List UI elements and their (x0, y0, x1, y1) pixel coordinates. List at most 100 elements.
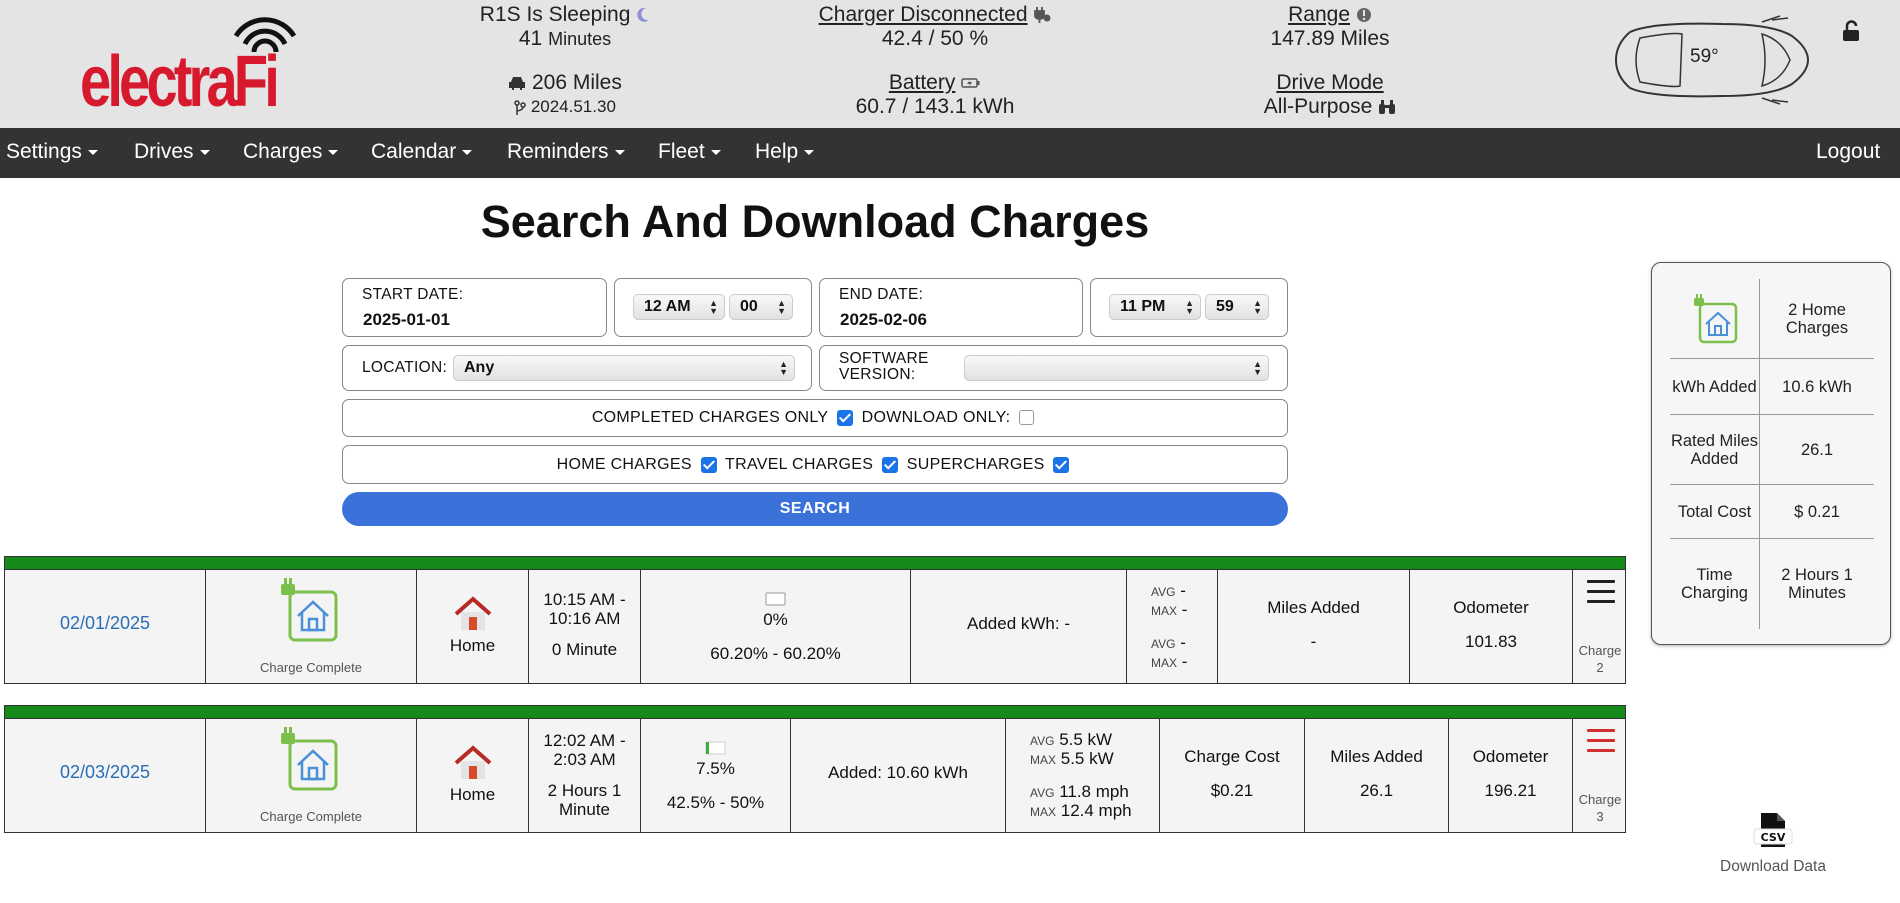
end-hour-select[interactable]: 11 PM ▲ ▼ (1109, 294, 1201, 320)
app-header: electraFi R1S Is Sleeping 41 Minutes 206… (0, 0, 1900, 128)
nav-reminders[interactable]: Reminders (507, 128, 625, 178)
avg-power: 5.5 kW (1059, 730, 1113, 749)
avg-speed: - (1180, 633, 1186, 652)
max-power: - (1181, 600, 1188, 619)
charge-date-link[interactable]: 02/03/2025 (60, 762, 150, 782)
charge-power-stats: AVG - MAX - AVG - MAX - (1151, 582, 1187, 672)
end-date-field[interactable]: END DATE: 2025-02-06 (819, 278, 1083, 337)
logout-link[interactable]: Logout (1816, 128, 1880, 178)
range-value: 147.89 Miles (1270, 27, 1390, 50)
charge-record: 02/03/2025 Charge Complete Home 12:02 AM… (4, 705, 1626, 833)
filter-type-content: HOME CHARGES TRAVEL CHARGES SUPERCHARGES (343, 456, 1287, 474)
charge-location-cell: Home (417, 719, 529, 832)
nav-charges[interactable]: Charges (243, 128, 339, 178)
unlocked-icon[interactable] (1842, 20, 1860, 42)
summary-kwh-label: kWh Added (1670, 359, 1760, 414)
software-version: 2024.51.30 (530, 97, 616, 116)
charger-status: Charger Disconnected 42.4 / 50 % (800, 3, 1070, 51)
travel-charges-checkbox[interactable] (882, 456, 898, 473)
home-charges-checkbox[interactable] (700, 456, 717, 473)
supercharges-label: SUPERCHARGES (906, 456, 1045, 473)
download-only-label: DOWNLOAD ONLY: (861, 409, 1011, 426)
end-date-value[interactable]: 2025-02-06 (840, 310, 927, 330)
charge-miles-cell: Miles Added 26.1 (1305, 719, 1449, 832)
start-date-label: START DATE: (362, 286, 464, 303)
home-charger-icon (281, 727, 338, 791)
charge-soc-range: 42.5% - 50% (666, 793, 765, 812)
end-date-label: END DATE: (839, 286, 924, 303)
charge-added-cell: Added kWh: - (911, 570, 1127, 683)
battery-label[interactable]: Battery (889, 71, 956, 94)
sleep-time-unit: Minutes (548, 29, 612, 49)
charge-duration: 2 Hours 1 Minute (547, 781, 622, 819)
filter-completed-row: COMPLETED CHARGES ONLY DOWNLOAD ONLY: (342, 399, 1288, 437)
caret-down-icon (710, 149, 721, 155)
nav-drives[interactable]: Drives (134, 128, 210, 178)
charge-status-text: Charge Complete (260, 809, 362, 824)
charger-status-text[interactable]: Charger Disconnected (819, 3, 1028, 26)
csv-file-icon: CSV (1753, 813, 1793, 847)
summary-time-row: Time Charging 2 Hours 1 Minutes (1670, 539, 1874, 629)
software-version-select[interactable]: ▲ ▼ (964, 355, 1269, 381)
home-charge-icon (1670, 279, 1760, 358)
charge-date-link[interactable]: 02/01/2025 (60, 613, 150, 633)
branch-icon (514, 99, 526, 115)
charge-power-cell: AVG - MAX - AVG - MAX - (1127, 570, 1218, 683)
nav-calendar[interactable]: Calendar (371, 128, 473, 178)
nav-reminders-label: Reminders (507, 140, 609, 163)
charge-odometer-label: Odometer (1472, 747, 1549, 766)
start-minute-value: 00 (740, 298, 758, 315)
temperature: 59° (1690, 46, 1719, 67)
software-version-label: SOFTWARE VERSION: (839, 351, 929, 383)
max-label: MAX (1151, 604, 1178, 618)
charge-battery-cell: 7.5% 42.5% - 50% (641, 719, 791, 832)
charge-date-cell: 02/03/2025 (5, 719, 206, 832)
summary-panel: 2 Home Charges kWh Added 10.6 kWh Rated … (1651, 262, 1891, 645)
charge-number: Charge 3 (1573, 791, 1627, 825)
start-minute-select[interactable]: 00 ▲ ▼ (729, 294, 793, 320)
download-data-label: Download Data (1720, 858, 1826, 875)
avg-label: AVG (1030, 734, 1055, 748)
charge-menu-cell: Charge 3 (1573, 719, 1627, 832)
supercharges-checkbox[interactable] (1053, 456, 1070, 473)
completed-only-label: COMPLETED CHARGES ONLY (591, 409, 829, 426)
start-hour-value: 12 AM (644, 298, 691, 315)
charge-number: Charge 2 (1573, 642, 1627, 676)
hamburger-menu-icon[interactable] (1587, 580, 1615, 610)
download-only-checkbox[interactable] (1019, 410, 1035, 426)
search-button[interactable]: SEARCH (342, 492, 1288, 526)
summary-miles-row: Rated Miles Added 26.1 (1670, 415, 1874, 485)
avg-label: AVG (1151, 637, 1176, 651)
charge-added: Added: 10.60 kWh (828, 763, 968, 782)
updown-arrow-icon: ▲ ▼ (709, 298, 718, 316)
location-field: LOCATION: Any ▲ ▼ (342, 345, 812, 391)
hamburger-menu-icon[interactable] (1587, 729, 1615, 759)
end-minute-select[interactable]: 59 ▲ ▼ (1205, 294, 1269, 320)
page-title: Search And Download Charges (480, 196, 1150, 247)
main-nav: Settings Drives Charges Calendar Reminde… (0, 128, 1900, 178)
electrafi-logo[interactable]: electraFi (80, 8, 297, 118)
nav-calendar-label: Calendar (371, 140, 457, 163)
updown-arrow-icon: ▲ ▼ (1253, 359, 1262, 377)
max-power: 5.5 kW (1060, 749, 1114, 768)
nav-settings[interactable]: Settings (6, 128, 98, 178)
summary-time-value: 2 Hours 1 Minutes (1781, 566, 1853, 602)
battery-value: 60.7 / 143.1 kWh (855, 95, 1015, 118)
home-charger-icon (1693, 293, 1737, 343)
nav-help[interactable]: Help (755, 128, 815, 178)
start-hour-select[interactable]: 12 AM ▲ ▼ (633, 294, 725, 320)
start-date-value[interactable]: 2025-01-01 (363, 310, 450, 330)
max-speed: - (1181, 652, 1188, 671)
summary-time-label: Time Charging (1670, 539, 1760, 629)
charge-cost-cell: Charge Cost $0.21 (1160, 719, 1305, 832)
range-label[interactable]: Range (1288, 3, 1350, 26)
nav-help-label: Help (755, 140, 799, 163)
download-data-button[interactable]: CSV Download Data (1708, 810, 1838, 876)
nav-fleet[interactable]: Fleet (658, 128, 721, 178)
house-icon (454, 596, 492, 630)
filter-type-row: HOME CHARGES TRAVEL CHARGES SUPERCHARGES (342, 445, 1288, 484)
location-select[interactable]: Any ▲ ▼ (453, 355, 795, 381)
completed-only-checkbox[interactable] (836, 409, 853, 426)
drive-mode-label[interactable]: Drive Mode (1276, 71, 1383, 94)
start-date-field[interactable]: START DATE: 2025-01-01 (342, 278, 607, 337)
